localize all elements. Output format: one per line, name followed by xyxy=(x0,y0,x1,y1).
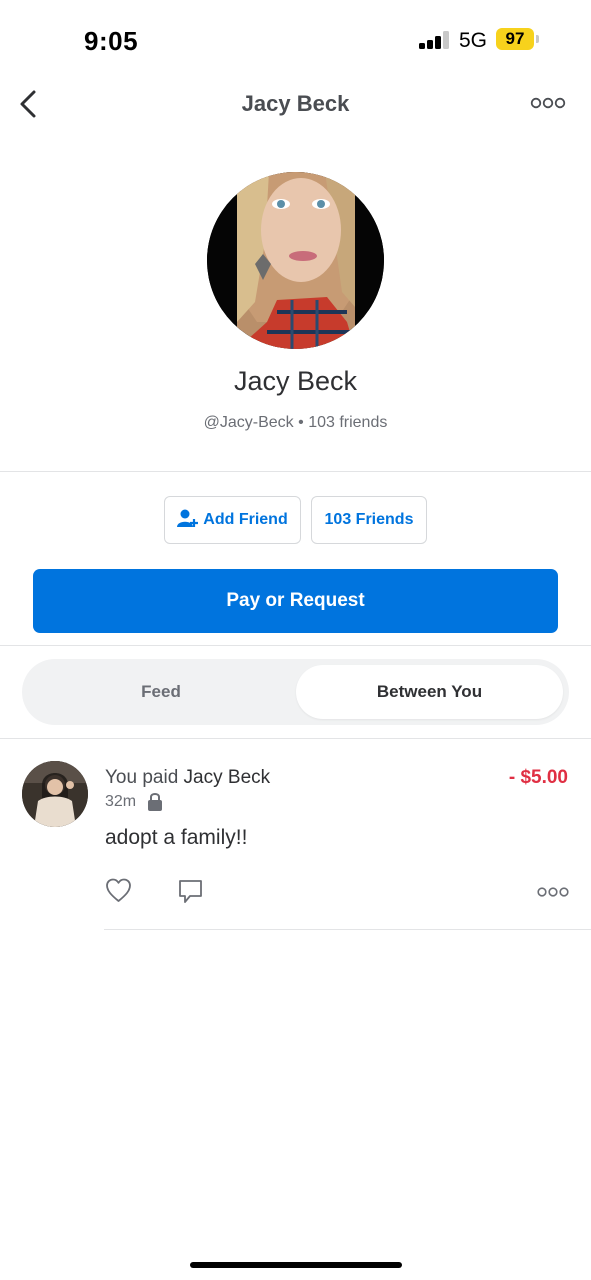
feed-item-prefix: You paid xyxy=(105,767,184,788)
profile-avatar[interactable] xyxy=(207,172,384,349)
battery-tip xyxy=(536,35,539,43)
battery-level: 97 xyxy=(496,28,534,50)
feed-item-note: adopt a family!! xyxy=(105,826,248,849)
nav-title: Jacy Beck xyxy=(241,91,350,116)
home-indicator[interactable] xyxy=(190,1262,402,1268)
feed-item-time: 32m xyxy=(105,793,137,810)
profile-friends-count: 103 friends xyxy=(308,414,388,431)
feed-tabs: Feed Between You xyxy=(22,659,569,725)
more-dots-icon[interactable] xyxy=(530,96,566,110)
status-bar: 9:05 5G 97 xyxy=(0,0,591,80)
feed-item-amount: - $5.00 xyxy=(508,767,568,788)
add-friend-label: Add Friend xyxy=(203,511,288,528)
profile-handle: @Jacy-Beck xyxy=(203,414,294,431)
profile-subtitle: @Jacy-Beck • 103 friends xyxy=(0,414,591,432)
lock-icon xyxy=(147,791,163,811)
status-time: 9:05 xyxy=(84,26,139,56)
tab-feed[interactable]: Feed xyxy=(28,665,294,719)
network-type: 5G xyxy=(459,29,488,52)
more-dots-icon[interactable] xyxy=(537,885,569,897)
add-person-icon xyxy=(177,508,199,533)
friends-button[interactable]: 103 Friends xyxy=(311,496,427,544)
feed-item-name[interactable]: Jacy Beck xyxy=(184,767,271,788)
add-friend-button[interactable]: Add Friend xyxy=(164,496,301,544)
friends-button-label: 103 Friends xyxy=(324,511,414,528)
pay-or-request-button[interactable]: Pay or Request xyxy=(33,569,558,633)
heart-icon[interactable] xyxy=(105,877,132,904)
feed-item-title: You paid Jacy Beck xyxy=(105,767,270,789)
comment-icon[interactable] xyxy=(177,878,204,905)
feed-divider xyxy=(104,929,591,930)
tab-between-you[interactable]: Between You xyxy=(296,665,563,719)
divider xyxy=(0,471,591,472)
divider xyxy=(0,645,591,646)
pay-or-request-label: Pay or Request xyxy=(226,590,365,611)
profile-name: Jacy Beck xyxy=(233,366,358,396)
separator-dot: • xyxy=(298,414,304,431)
signal-icon xyxy=(419,31,451,49)
divider xyxy=(0,738,591,739)
feed-item-avatar[interactable] xyxy=(22,761,88,827)
